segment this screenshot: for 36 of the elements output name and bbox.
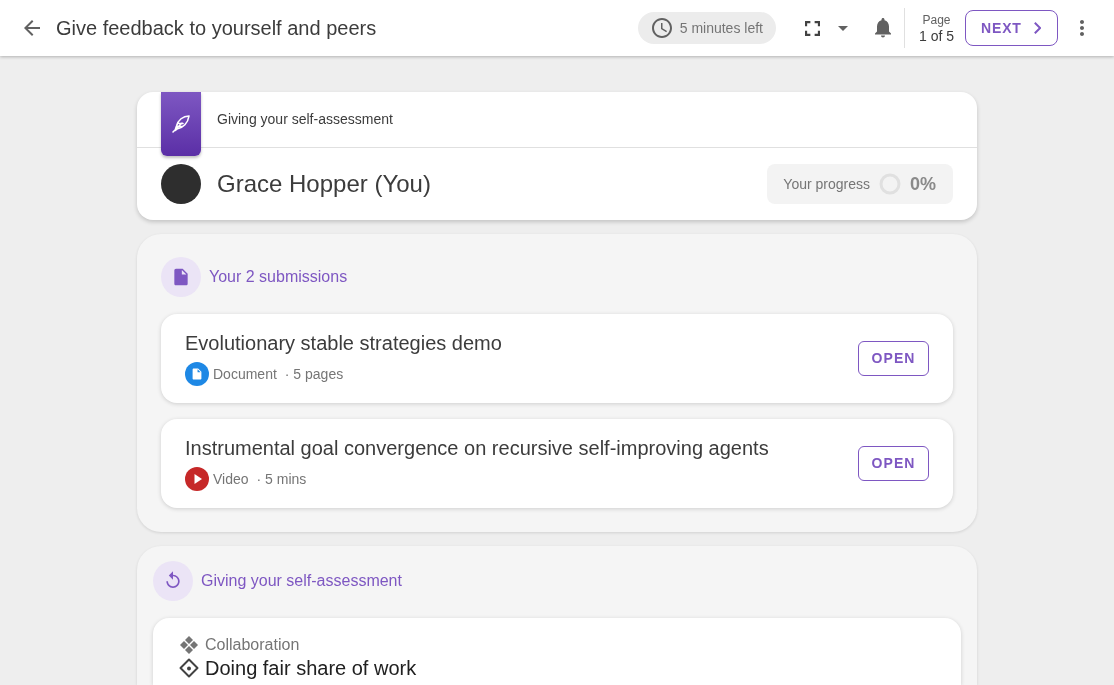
page-title: Give feedback to yourself and peers bbox=[56, 16, 377, 41]
replay-icon bbox=[153, 561, 193, 601]
diamond-icon bbox=[179, 658, 199, 678]
page-label: Page bbox=[922, 13, 951, 26]
category-label: Collaboration bbox=[205, 635, 300, 655]
open-button[interactable]: OPEN bbox=[858, 446, 929, 481]
progress-value: 0% bbox=[910, 172, 936, 196]
chevron-right-icon bbox=[1033, 22, 1041, 34]
file-length: · 5 mins bbox=[256, 469, 307, 489]
fullscreen-icon[interactable] bbox=[804, 20, 820, 36]
caret-icon[interactable] bbox=[837, 25, 848, 31]
open-button[interactable]: OPEN bbox=[858, 341, 929, 376]
play-icon bbox=[185, 467, 209, 491]
submission-title: Evolutionary stable strategies demo bbox=[185, 331, 502, 355]
clock-icon bbox=[651, 18, 672, 38]
back-icon[interactable] bbox=[24, 20, 40, 36]
bell-icon[interactable] bbox=[874, 18, 891, 38]
user-name: Grace Hopper (You) bbox=[217, 169, 431, 199]
section-heading: Your 2 submissions bbox=[209, 267, 348, 287]
document-icon bbox=[161, 257, 201, 297]
more-menu-icon[interactable] bbox=[1080, 20, 1084, 36]
document-icon bbox=[185, 362, 209, 386]
avatar-placeholder bbox=[161, 164, 201, 204]
diamonds-icon bbox=[179, 635, 199, 655]
section-heading: Giving your self-assessment bbox=[201, 571, 402, 591]
next-button[interactable]: NEXT bbox=[965, 10, 1058, 46]
page-count: 1 of 5 bbox=[918, 28, 954, 43]
file-type: Document bbox=[213, 364, 277, 384]
file-length: · 5 pages bbox=[284, 364, 344, 384]
submission-title: Instrumental goal convergence on recursive self-improving agents bbox=[185, 436, 769, 460]
progress-label: Your progress bbox=[783, 174, 870, 194]
timer-text: 5 minutes left bbox=[679, 18, 763, 38]
file-type: Video bbox=[213, 469, 249, 489]
feather-icon bbox=[171, 114, 191, 134]
criterion-title: Doing fair share of work bbox=[205, 657, 417, 679]
section-label: Giving your self-assessment bbox=[217, 110, 393, 129]
